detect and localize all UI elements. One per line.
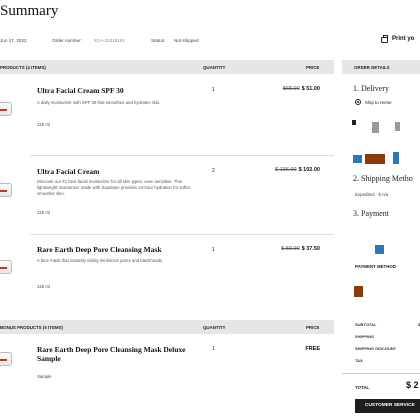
product-quantity: 1 <box>212 346 215 352</box>
bonus-item: Rare Earth Deep Pore Cleansing Mask Delu… <box>0 340 334 400</box>
total-label: TOTAL <box>355 385 370 390</box>
product-thumbnail[interactable] <box>0 346 14 372</box>
product-description: A face mask that instantly visibly minim… <box>37 258 164 263</box>
order-meta-bar: Jun 17, 2022 Order number: #CA-22218192 … <box>0 32 420 50</box>
product-quantity: 1 <box>212 87 215 93</box>
quantity-column-header: QUANTITY <box>203 65 226 70</box>
product-quantity: 2 <box>212 168 215 174</box>
order-number-value: #CA-22218192 <box>94 38 125 43</box>
bonus-section-header: BONUS PRODUCTS (5 ITEMS) QUANTITY PRICE <box>0 320 334 334</box>
product-size: Sample <box>37 374 52 379</box>
status-label: Status: <box>151 38 166 43</box>
price-column-header: PRICE <box>306 65 320 70</box>
total-divider <box>342 373 420 374</box>
product-size: 125 ml <box>37 122 50 127</box>
order-number-label: Order number: <box>52 38 82 43</box>
product-name[interactable]: Rare Earth Deep Pore Cleansing Mask <box>37 245 207 254</box>
product-name[interactable]: Ultra Facial Cream SPF 30 <box>37 86 207 95</box>
price-column-header: PRICE <box>306 325 320 330</box>
product-item: Ultra Facial Cream SPF 30 A daily moistu… <box>0 82 334 150</box>
original-price: $ 136.00 <box>275 167 297 173</box>
product-thumbnail[interactable] <box>0 177 14 203</box>
product-description: Discover our #1 best facial moisturizer … <box>37 179 192 196</box>
quantity-column-header: QUANTITY <box>203 325 226 330</box>
bonus-section-title: BONUS PRODUCTS (5 ITEMS) <box>0 325 63 330</box>
product-size: 125 ml <box>37 284 50 289</box>
item-divider <box>30 155 334 156</box>
products-section-title: PRODUCTS (4 ITEMS) <box>0 65 46 70</box>
product-name[interactable]: Rare Earth Deep Pore Cleansing Mask Delu… <box>37 345 207 363</box>
shipping-discount-label: SHIPPING DISCOUNT <box>355 346 397 351</box>
product-item: Rare Earth Deep Pore Cleansing Mask A fa… <box>0 240 334 308</box>
sale-price: $ 37.50 <box>301 246 320 252</box>
status-value: Not shipped <box>174 38 199 43</box>
redacted-mark <box>372 122 379 133</box>
product-thumbnail[interactable] <box>0 96 14 122</box>
product-description: A daily moisturizer with SPF 30 that smo… <box>37 100 161 105</box>
order-details-title: ORDER DETAILS <box>354 65 390 70</box>
delivery-heading: 1. Delivery <box>353 84 389 93</box>
payment-heading: 3. Payment <box>353 209 389 218</box>
printer-icon[interactable] <box>381 35 388 43</box>
product-quantity: 1 <box>212 247 215 253</box>
order-date: Jun 17, 2022 <box>0 38 27 43</box>
redacted-mark <box>353 155 362 163</box>
redacted-mark <box>365 154 385 164</box>
tax-label: TAX <box>355 358 363 363</box>
sale-price: $ 102.00 <box>298 167 320 173</box>
product-item: Ultra Facial Cream Discover our #1 best … <box>0 163 334 231</box>
product-size: 125 ml <box>37 210 50 215</box>
subtotal-label: SUBTOTAL <box>355 322 377 327</box>
print-link[interactable]: Print yo <box>392 36 414 42</box>
total-value: $ 2 <box>406 380 419 390</box>
product-price: FREE <box>305 346 320 352</box>
shipping-method-value: Expedited · $ n/a <box>355 192 389 197</box>
page-title: Summary <box>0 3 59 19</box>
item-divider <box>30 234 334 235</box>
customer-service-label: CUSTOMER SERVICE <box>365 403 415 408</box>
products-section-header: PRODUCTS (4 ITEMS) QUANTITY PRICE <box>0 60 334 74</box>
product-price: $ 50.00 $ 37.50 <box>281 246 320 252</box>
payment-method-label: PAYMENT METHOD <box>355 264 396 269</box>
shipping-method-heading: 2. Shipping Metho <box>353 174 413 183</box>
product-price: $ 136.00 $ 102.00 <box>275 167 320 173</box>
product-thumbnail[interactable] <box>0 254 14 280</box>
ship-to-home-radio[interactable] <box>355 99 361 105</box>
original-price: $68.00 <box>282 86 300 92</box>
sale-price: $ 51.00 <box>301 86 320 92</box>
redacted-mark <box>354 286 363 297</box>
order-details-header: ORDER DETAILS <box>342 60 420 74</box>
redacted-mark <box>375 245 384 254</box>
ship-to-home-label[interactable]: Ship to Home <box>365 100 392 105</box>
product-price: $68.00 $ 51.00 <box>283 86 320 92</box>
redacted-mark <box>393 152 399 164</box>
redacted-mark <box>395 122 400 131</box>
shipping-label: SHIPPING <box>355 334 375 339</box>
redacted-mark <box>352 120 356 125</box>
original-price: $ 50.00 <box>281 246 300 252</box>
customer-service-button[interactable]: CUSTOMER SERVICE <box>355 399 420 413</box>
product-name[interactable]: Ultra Facial Cream <box>37 167 207 176</box>
